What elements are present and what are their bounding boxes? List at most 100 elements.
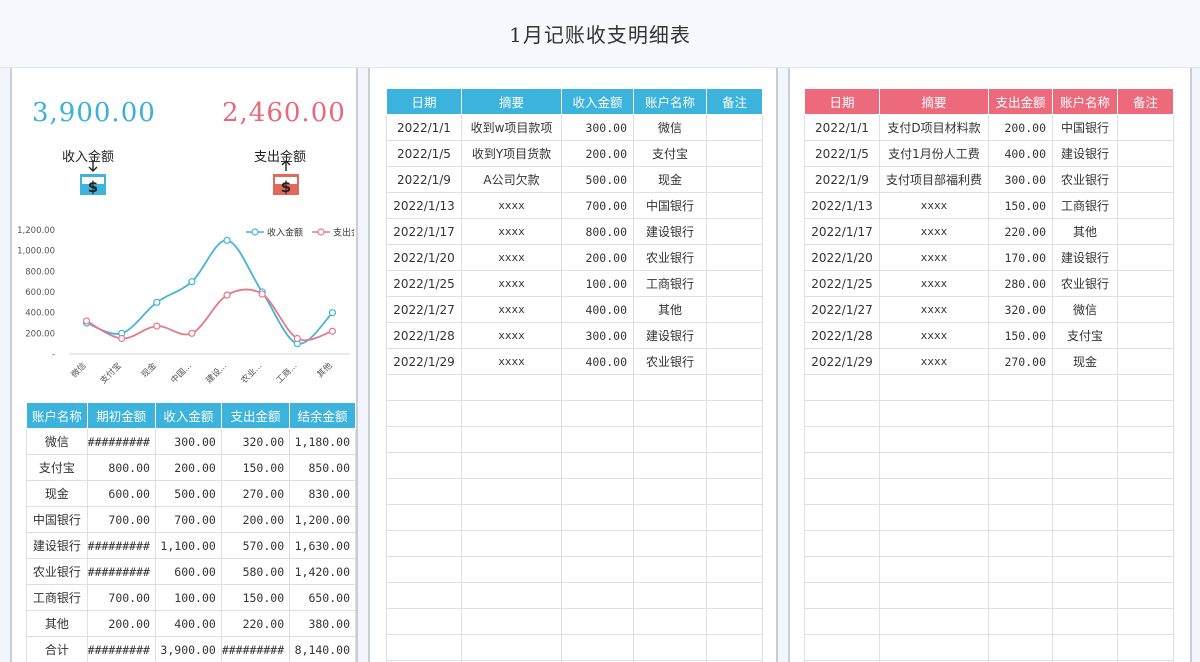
table-cell[interactable]: xxxx (879, 348, 989, 375)
table-cell[interactable]: 700.00 (154, 506, 222, 533)
table-cell[interactable]: xxxx (461, 244, 562, 271)
table-cell[interactable]: 1,200.00 (289, 506, 356, 533)
table-cell[interactable]: 2022/1/1 (386, 114, 462, 141)
empty-cell[interactable] (1117, 478, 1174, 505)
table-cell[interactable]: 2022/1/20 (386, 244, 462, 271)
empty-cell[interactable] (988, 452, 1053, 479)
table-cell[interactable] (1117, 244, 1174, 271)
table-cell[interactable]: 320.00 (220, 428, 291, 455)
table-cell[interactable]: 农业银行 (633, 348, 707, 375)
table-cell[interactable]: 1,630.00 (289, 532, 356, 559)
empty-cell[interactable] (561, 608, 634, 635)
table-cell[interactable]: 400.00 (561, 296, 634, 323)
table-cell[interactable]: 2022/1/1 (804, 114, 880, 141)
empty-cell[interactable] (633, 504, 707, 531)
table-cell[interactable] (1117, 322, 1174, 349)
empty-cell[interactable] (461, 582, 562, 609)
empty-cell[interactable] (561, 634, 634, 661)
empty-cell[interactable] (879, 530, 989, 557)
table-cell[interactable]: 800.00 (86, 454, 156, 481)
table-cell[interactable]: 农业银行 (633, 244, 707, 271)
column-header[interactable]: 账户名称 (1052, 88, 1118, 115)
empty-cell[interactable] (386, 478, 462, 505)
empty-cell[interactable] (988, 504, 1053, 531)
table-cell[interactable]: 支付宝 (633, 140, 707, 167)
table-cell[interactable]: 400.00 (561, 348, 634, 375)
table-cell[interactable]: 工商银行 (633, 270, 707, 297)
empty-cell[interactable] (879, 374, 989, 401)
column-header[interactable]: 备注 (706, 88, 763, 115)
table-cell[interactable]: 2022/1/20 (804, 244, 880, 271)
empty-cell[interactable] (879, 426, 989, 453)
table-cell[interactable]: xxxx (879, 192, 989, 219)
empty-cell[interactable] (879, 400, 989, 427)
empty-cell[interactable] (1052, 374, 1118, 401)
empty-cell[interactable] (1117, 582, 1174, 609)
table-cell[interactable] (1117, 114, 1174, 141)
table-cell[interactable]: ######### (220, 636, 291, 662)
column-header[interactable]: 摘要 (879, 88, 989, 115)
table-cell[interactable]: ######### (86, 428, 156, 455)
empty-cell[interactable] (633, 374, 707, 401)
table-cell[interactable]: 1,420.00 (289, 558, 356, 585)
table-cell[interactable]: 830.00 (289, 480, 356, 507)
table-cell[interactable] (706, 322, 763, 349)
table-cell[interactable] (1117, 192, 1174, 219)
empty-cell[interactable] (1052, 452, 1118, 479)
empty-cell[interactable] (879, 478, 989, 505)
table-cell[interactable]: 2022/1/9 (386, 166, 462, 193)
empty-cell[interactable] (461, 634, 562, 661)
table-cell[interactable]: 650.00 (289, 584, 356, 611)
table-cell[interactable]: 700.00 (86, 584, 156, 611)
table-cell[interactable]: xxxx (461, 296, 562, 323)
empty-cell[interactable] (804, 478, 880, 505)
empty-cell[interactable] (804, 426, 880, 453)
empty-cell[interactable] (561, 374, 634, 401)
table-cell[interactable]: 3,900.00 (154, 636, 222, 662)
empty-cell[interactable] (561, 556, 634, 583)
table-cell[interactable]: 微信 (1052, 296, 1118, 323)
empty-cell[interactable] (461, 608, 562, 635)
empty-cell[interactable] (1052, 426, 1118, 453)
empty-cell[interactable] (879, 452, 989, 479)
table-cell[interactable]: 2022/1/25 (386, 270, 462, 297)
empty-cell[interactable] (633, 634, 707, 661)
empty-cell[interactable] (1117, 504, 1174, 531)
empty-cell[interactable] (461, 478, 562, 505)
empty-cell[interactable] (706, 608, 763, 635)
empty-cell[interactable] (804, 504, 880, 531)
column-header[interactable]: 期初金额 (86, 402, 156, 429)
table-cell[interactable]: 2022/1/17 (804, 218, 880, 245)
column-header[interactable]: 账户名称 (26, 402, 88, 429)
table-cell[interactable]: 150.00 (988, 192, 1053, 219)
table-cell[interactable]: 600.00 (86, 480, 156, 507)
table-cell[interactable]: 270.00 (988, 348, 1053, 375)
empty-cell[interactable] (879, 634, 989, 661)
column-header[interactable]: 收入金额 (561, 88, 634, 115)
empty-cell[interactable] (461, 556, 562, 583)
table-cell[interactable] (706, 270, 763, 297)
table-cell[interactable] (706, 192, 763, 219)
empty-cell[interactable] (461, 504, 562, 531)
empty-cell[interactable] (1117, 634, 1174, 661)
table-cell[interactable]: 320.00 (988, 296, 1053, 323)
empty-cell[interactable] (633, 452, 707, 479)
table-cell[interactable]: 收到w项目款项 (461, 114, 562, 141)
table-cell[interactable]: 100.00 (561, 270, 634, 297)
table-cell[interactable]: 支付1月份人工费 (879, 140, 989, 167)
empty-cell[interactable] (561, 400, 634, 427)
empty-cell[interactable] (461, 530, 562, 557)
column-header[interactable]: 结余金额 (289, 402, 356, 429)
table-cell[interactable]: 2022/1/25 (804, 270, 880, 297)
table-cell[interactable]: xxxx (461, 322, 562, 349)
empty-cell[interactable] (633, 478, 707, 505)
empty-cell[interactable] (1117, 426, 1174, 453)
table-cell[interactable]: 200.00 (86, 610, 156, 637)
empty-cell[interactable] (804, 400, 880, 427)
empty-cell[interactable] (461, 400, 562, 427)
table-cell[interactable] (1117, 296, 1174, 323)
empty-cell[interactable] (706, 634, 763, 661)
empty-cell[interactable] (1052, 530, 1118, 557)
table-cell[interactable]: xxxx (879, 296, 989, 323)
table-cell[interactable]: 200.00 (561, 140, 634, 167)
